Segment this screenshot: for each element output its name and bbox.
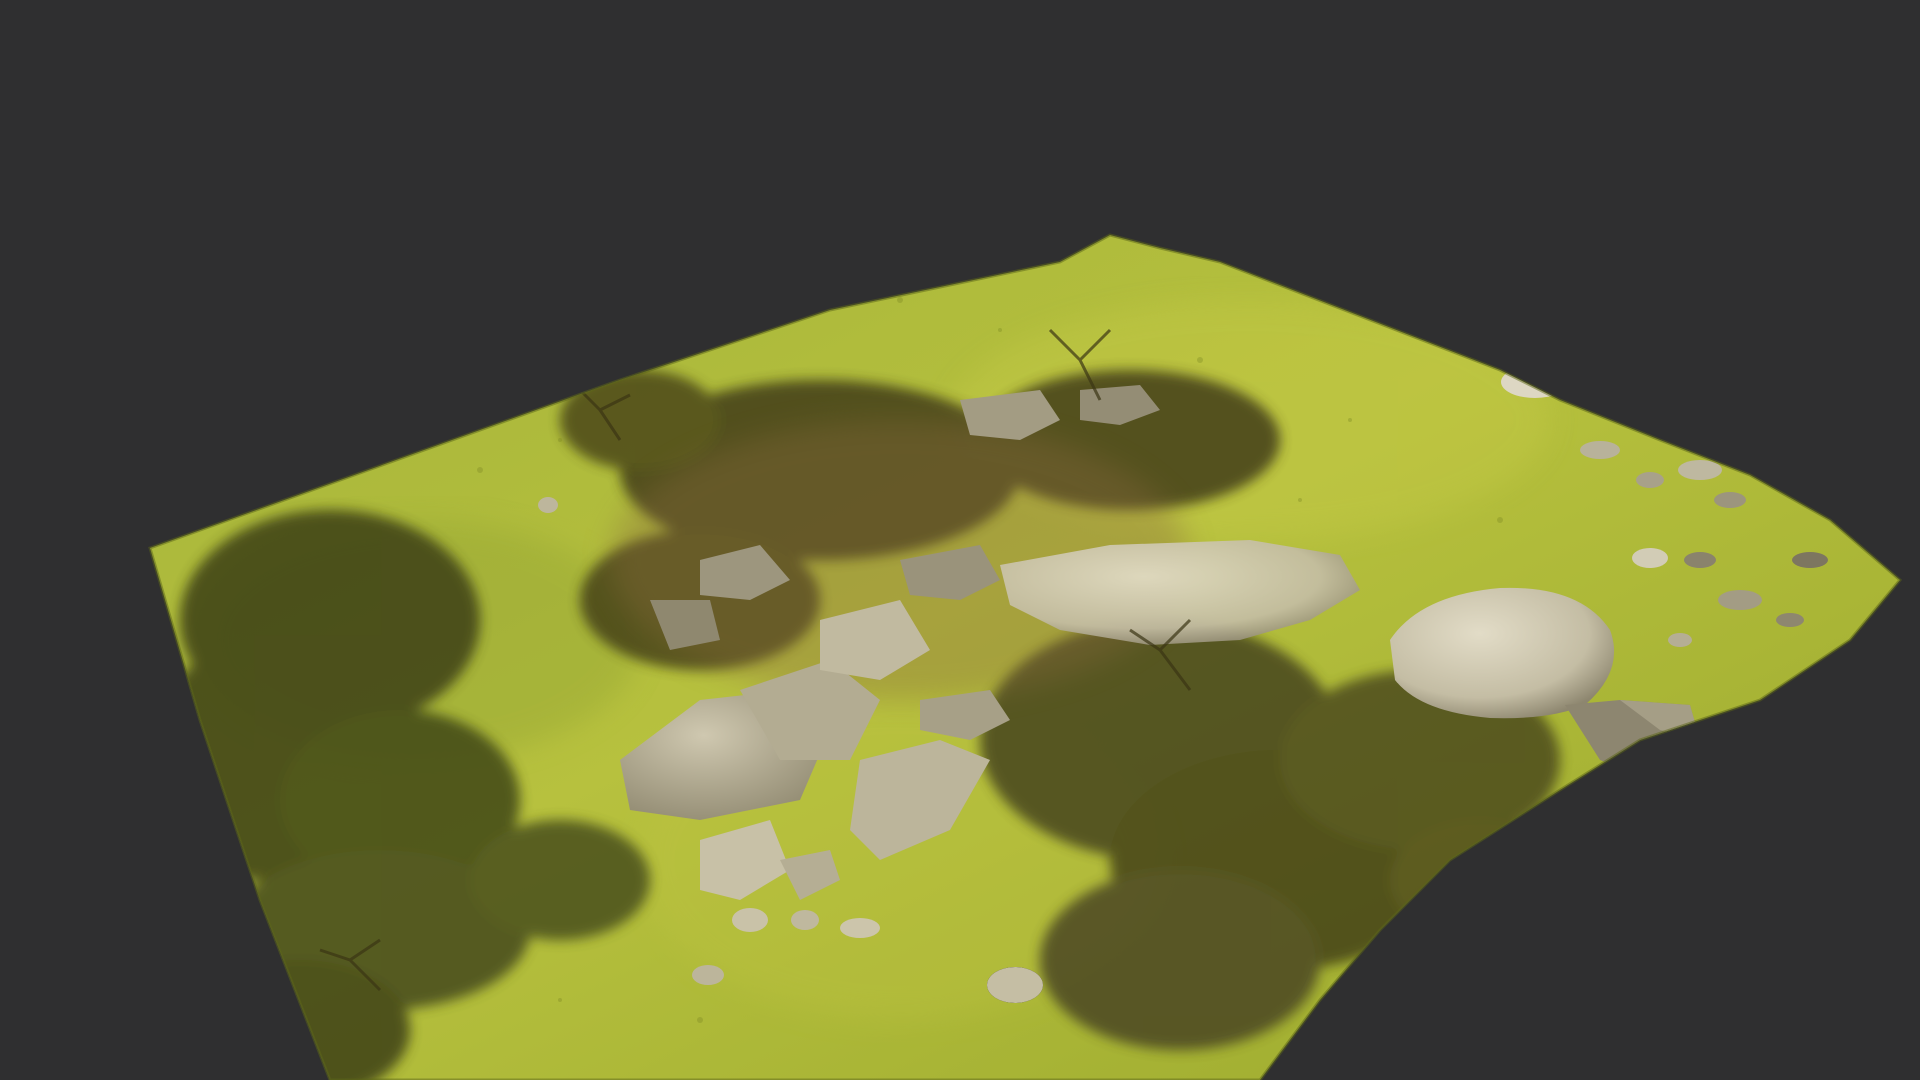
terrain-render (148, 233, 1903, 1080)
small-boulder (1501, 366, 1569, 398)
3d-viewport[interactable] (0, 0, 1920, 1080)
